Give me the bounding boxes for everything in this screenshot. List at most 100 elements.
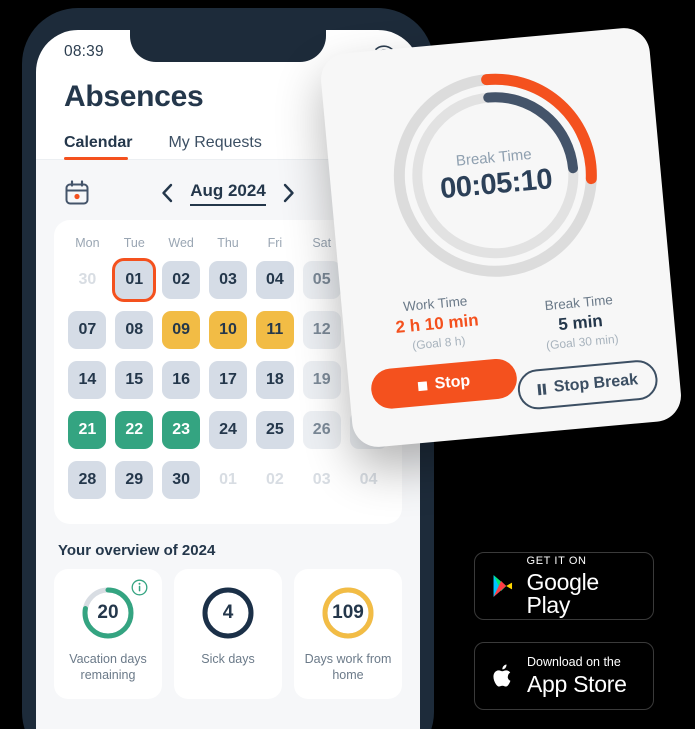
calendar-day[interactable]: 12 [302, 311, 341, 349]
calendar-day[interactable]: 30 [162, 461, 201, 499]
calendar-day[interactable]: 25 [255, 411, 294, 449]
store-badges: GET IT ON Google Play Download on the Ap… [474, 552, 654, 710]
calendar-day-cell[interactable]: 03 [298, 458, 345, 502]
stop-square-icon [417, 380, 428, 391]
overview-stats: 20 Vacation days remaining 4 Sick days 109 Da… [54, 569, 402, 699]
calendar-day[interactable]: 03 [208, 261, 247, 299]
calendar-day-cell[interactable]: 28 [64, 458, 111, 502]
calendar-day-cell[interactable]: 04 [251, 258, 298, 302]
stat-card[interactable]: 109 Days work from home [294, 569, 402, 699]
calendar-day-cell[interactable]: 04 [345, 458, 392, 502]
prev-month-button[interactable] [160, 183, 174, 203]
calendar-day[interactable]: 18 [255, 361, 294, 399]
calendar-day[interactable]: 08 [115, 311, 154, 349]
dow-fri: Fri [267, 236, 283, 250]
tab-calendar[interactable]: Calendar [64, 134, 132, 160]
stat-card[interactable]: 20 Vacation days remaining [54, 569, 162, 699]
calendar-day-cell[interactable]: 15 [111, 358, 158, 402]
dow-wed: Wed [168, 236, 194, 250]
timer-progress-rings: Break Time 00:05:10 [381, 61, 609, 289]
next-month-button[interactable] [282, 183, 296, 203]
google-play-big-text: Google Play [526, 568, 600, 618]
calendar-week-row: 14151617181920 [64, 358, 392, 402]
calendar-day[interactable]: 07 [68, 311, 107, 349]
status-time: 08:39 [64, 43, 104, 60]
google-play-badge[interactable]: GET IT ON Google Play [474, 552, 654, 620]
calendar-day[interactable]: 14 [68, 361, 107, 399]
pause-icon [536, 383, 547, 395]
calendar-day-cell[interactable]: 16 [158, 358, 205, 402]
tab-my-requests[interactable]: My Requests [168, 134, 261, 160]
stat-label: Sick days [201, 652, 255, 666]
stat-ring: 109 [320, 585, 376, 641]
calendar-day[interactable]: 01 [209, 461, 247, 499]
calendar-day-cell[interactable]: 12 [298, 308, 345, 352]
calendar-day[interactable]: 21 [68, 411, 107, 449]
apple-icon [493, 664, 511, 687]
calendar-day-cell[interactable]: 25 [251, 408, 298, 452]
calendar-day-cell[interactable]: 21 [64, 408, 111, 452]
calendar-day[interactable]: 03 [303, 461, 341, 499]
calendar-day-cell[interactable]: 17 [205, 358, 252, 402]
calendar-day[interactable]: 23 [162, 411, 201, 449]
calendar-day-cell[interactable]: 26 [298, 408, 345, 452]
calendar-day[interactable]: 04 [255, 261, 294, 299]
calendar-day[interactable]: 02 [256, 461, 294, 499]
calendar-day-cell[interactable]: 02 [251, 458, 298, 502]
calendar-day-cell[interactable]: 22 [111, 408, 158, 452]
calendar-day-cell[interactable]: 23 [158, 408, 205, 452]
calendar-day[interactable]: 10 [208, 311, 247, 349]
calendar-day[interactable]: 02 [162, 261, 201, 299]
calendar-day-cell[interactable]: 30 [64, 258, 111, 302]
calendar-day[interactable]: 26 [302, 411, 341, 449]
stat-ring: 20 [80, 585, 136, 641]
app-store-big-text: App Store [527, 670, 627, 697]
stat-card[interactable]: 4 Sick days [174, 569, 282, 699]
calendar-day[interactable]: 19 [302, 361, 341, 399]
calendar-day-cell[interactable]: 19 [298, 358, 345, 402]
calendar-day-cell[interactable]: 11 [251, 308, 298, 352]
calendar-day[interactable]: 29 [115, 461, 154, 499]
calendar-day-cell[interactable]: 30 [158, 458, 205, 502]
calendar-icon[interactable] [64, 180, 90, 206]
calendar-day[interactable]: 24 [208, 411, 247, 449]
phone-notch [130, 30, 326, 62]
calendar-day-cell[interactable]: 02 [158, 258, 205, 302]
calendar-day-cell[interactable]: 01 [111, 258, 158, 302]
page-root: 08:39 Absences Calendar My Requests Aug … [0, 0, 695, 729]
calendar-day[interactable]: 09 [162, 311, 201, 349]
google-play-small-text: GET IT ON [526, 554, 587, 567]
month-label[interactable]: Aug 2024 [190, 181, 266, 206]
stop-break-button[interactable]: Stop Break [516, 358, 660, 412]
calendar-day-cell[interactable]: 01 [205, 458, 252, 502]
calendar-day[interactable]: 17 [208, 361, 247, 399]
calendar-day-cell[interactable]: 10 [205, 308, 252, 352]
page-title: Absences [64, 80, 204, 113]
stat-ring: 4 [200, 585, 256, 641]
app-store-badge[interactable]: Download on the App Store [474, 642, 654, 710]
calendar-day-cell[interactable]: 14 [64, 358, 111, 402]
timer-stats: Work Time 2 h 10 min (Goal 8 h) Break Ti… [363, 277, 653, 357]
stop-button[interactable]: Stop [369, 357, 519, 411]
calendar-day[interactable]: 22 [115, 411, 154, 449]
calendar-day[interactable]: 04 [350, 461, 388, 499]
calendar-day-cell[interactable]: 08 [111, 308, 158, 352]
calendar-day-cell[interactable]: 09 [158, 308, 205, 352]
calendar-day[interactable]: 11 [255, 311, 294, 349]
dow-mon: Mon [75, 236, 100, 250]
calendar-day-cell[interactable]: 03 [205, 258, 252, 302]
calendar-day-cell[interactable]: 29 [111, 458, 158, 502]
calendar-day[interactable]: 01 [115, 261, 154, 299]
calendar-day[interactable]: 15 [115, 361, 154, 399]
calendar-day-cell[interactable]: 07 [64, 308, 111, 352]
timer-card: Break Time 00:05:10 Work Time 2 h 10 min… [318, 25, 684, 450]
calendar-day[interactable]: 16 [162, 361, 201, 399]
calendar-day-cell[interactable]: 18 [251, 358, 298, 402]
calendar-day[interactable]: 28 [68, 461, 107, 499]
stat-label: Vacation days remaining [69, 652, 147, 683]
calendar-day-cell[interactable]: 24 [205, 408, 252, 452]
timer-center-readout: Break Time 00:05:10 [381, 61, 609, 289]
stop-button-label: Stop [433, 372, 471, 393]
calendar-day[interactable]: 30 [68, 261, 106, 299]
calendar-day[interactable]: 05 [302, 261, 341, 299]
